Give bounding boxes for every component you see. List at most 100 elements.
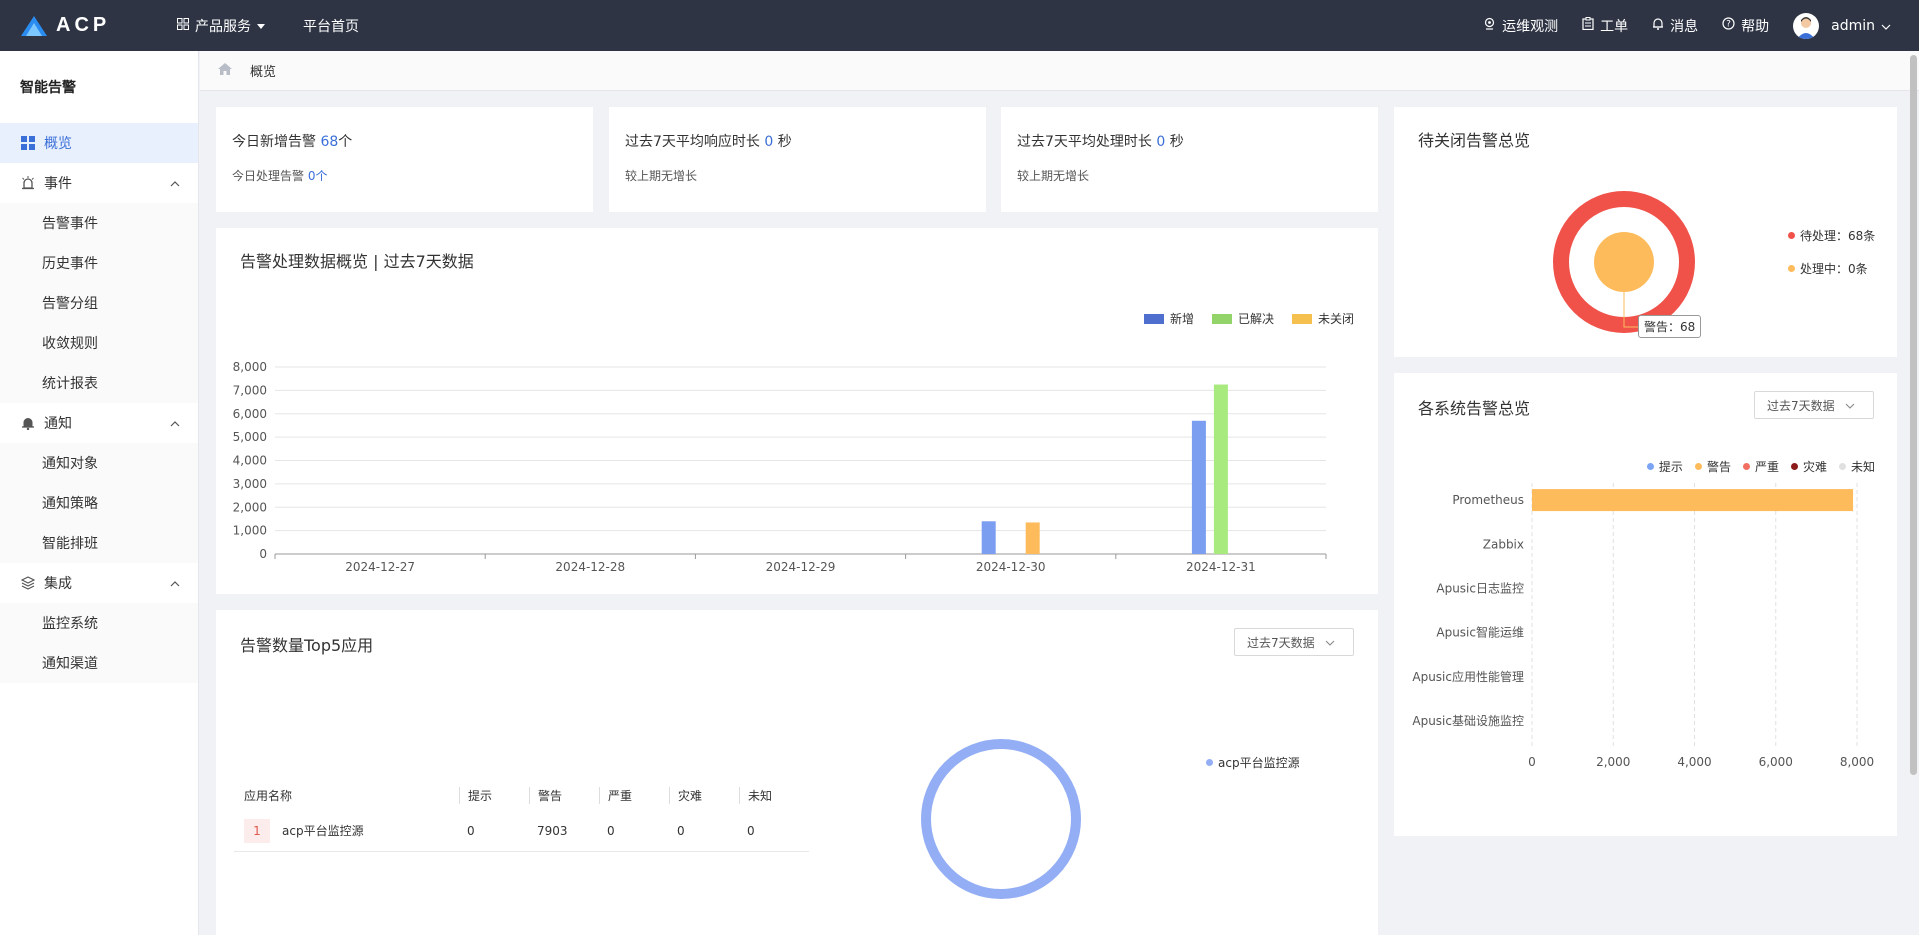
stat-sub: 较上期无增长	[625, 169, 698, 183]
x-tick-label: 6,000	[1759, 755, 1793, 769]
chevron-up-icon	[170, 415, 180, 431]
sidebar-item-convergence-rules[interactable]: 收敛规则	[0, 323, 198, 363]
table-cell: 0	[747, 823, 755, 838]
alarm-light-icon	[20, 175, 36, 191]
bell-icon	[1652, 17, 1664, 34]
y-tick-label: Apusic智能运维	[1436, 625, 1524, 640]
column-header: 未知	[739, 786, 809, 804]
caret-down-icon	[257, 18, 265, 34]
stat-sub: 较上期无增长	[1017, 169, 1090, 183]
logo-text: ACP	[56, 14, 111, 36]
sidebar-item-notify-targets[interactable]: 通知对象	[0, 443, 198, 483]
y-tick-label: 8,000	[233, 360, 267, 374]
table-cell: 7903	[537, 823, 568, 838]
help-label: 帮助	[1741, 18, 1770, 35]
location-icon	[1483, 17, 1496, 34]
legend-item[interactable]: 待处理：68条	[1788, 227, 1875, 244]
bell-icon	[20, 415, 36, 431]
y-tick-label: 4,000	[233, 454, 267, 468]
top5-card: 告警数量Top5应用 过去7天数据 acp平台监控源	[216, 610, 1378, 935]
y-tick-label: 5,000	[233, 430, 267, 444]
table-cell: 0	[607, 823, 615, 838]
ops-observe-link[interactable]: 运维观测	[1483, 16, 1558, 36]
stat-card-avg-response: 过去7天平均响应时长 0 秒 较上期无增长	[609, 107, 986, 212]
legend-dot-processing	[1788, 265, 1795, 272]
y-tick-label: Apusic日志监控	[1436, 581, 1524, 595]
grid-icon	[177, 17, 189, 34]
sidebar-group-label: 事件	[44, 176, 72, 192]
donut-center-warning	[1594, 232, 1654, 292]
legend-dot-acp	[1206, 759, 1213, 766]
top-navigation-bar: ACP 产品服务 平台首页 运维观测 工单 消息 ? 帮助 admin	[0, 0, 1919, 51]
ticket-label: 工单	[1600, 18, 1629, 35]
sidebar-item-alert-events[interactable]: 告警事件	[0, 203, 198, 243]
user-menu[interactable]: admin	[1793, 12, 1891, 39]
chevron-down-icon	[1881, 18, 1891, 34]
chevron-up-icon	[170, 575, 180, 591]
y-tick-label: 3,000	[233, 477, 267, 491]
x-tick-label: 2024-12-30	[976, 560, 1046, 574]
breadcrumb-current: 概览	[250, 65, 277, 80]
x-tick-label: 2024-12-31	[1186, 560, 1256, 574]
app-name: acp平台监控源	[282, 824, 364, 838]
donut-slice-acp	[921, 739, 1081, 899]
sidebar-item-overview[interactable]: 概览	[0, 123, 198, 163]
sidebar-item-monitor-systems[interactable]: 监控系统	[0, 603, 198, 643]
bar-Prometheus	[1532, 489, 1854, 512]
bar-新增	[1191, 420, 1206, 554]
platform-home-link[interactable]: 平台首页	[303, 16, 359, 36]
x-tick-label: 2,000	[1596, 755, 1630, 769]
sidebar-item-label: 概览	[44, 136, 72, 152]
product-services-label: 产品服务	[195, 18, 251, 35]
table-header: 应用名称 提示 警告 严重 灾难 未知	[234, 780, 809, 810]
column-header: 应用名称	[244, 788, 293, 803]
sidebar-group-events[interactable]: 事件	[0, 163, 198, 203]
bar-新增	[981, 521, 996, 554]
table-cell: 0	[677, 823, 685, 838]
x-tick-label: 2024-12-27	[345, 560, 415, 574]
ops-observe-label: 运维观测	[1502, 18, 1559, 35]
sidebar-group-label: 通知	[44, 416, 72, 432]
x-tick-label: 2024-12-29	[766, 560, 836, 574]
y-tick-label: Prometheus	[1452, 493, 1524, 507]
logo-icon	[21, 15, 47, 36]
sidebar-item-notify-channels[interactable]: 通知渠道	[0, 643, 198, 683]
sidebar-group-notify[interactable]: 通知	[0, 403, 198, 443]
sidebar-group-label: 集成	[44, 576, 72, 592]
page-scrollbar[interactable]	[1910, 55, 1917, 775]
x-tick-label: 4,000	[1677, 755, 1711, 769]
top5-legend-item[interactable]: acp平台监控源	[1206, 754, 1300, 771]
legend-item[interactable]: 处理中：0条	[1788, 260, 1875, 277]
bar-已解决	[1213, 384, 1228, 554]
table-row[interactable]: 1 acp平台监控源 0 7903 0 0 0	[234, 810, 809, 852]
sidebar-item-alert-groups[interactable]: 告警分组	[0, 283, 198, 323]
breadcrumb: 概览	[200, 51, 1919, 91]
sidebar-item-stat-reports[interactable]: 统计报表	[0, 363, 198, 403]
sidebar-item-history-events[interactable]: 历史事件	[0, 243, 198, 283]
system-card: 各系统告警总览 过去7天数据 提示 警告 严重 灾难 未知 0 2,000 4,00…	[1394, 373, 1897, 836]
help-link[interactable]: ? 帮助	[1722, 16, 1769, 36]
table-cell: 0	[467, 823, 475, 838]
stat-card-new-alerts: 今日新增告警 68个 今日处理告警 0个	[216, 107, 593, 212]
table-cell-name: 1 acp平台监控源	[234, 818, 459, 843]
product-services-menu[interactable]: 产品服务	[177, 16, 265, 36]
sidebar-item-notify-policies[interactable]: 通知策略	[0, 483, 198, 523]
platform-home-label: 平台首页	[303, 18, 359, 35]
messages-link[interactable]: 消息	[1652, 16, 1698, 36]
pending-card: 待关闭告警总览 待处理：68条 处理中：0条 警告：68	[1394, 107, 1897, 357]
sidebar-item-smart-schedule[interactable]: 智能排班	[0, 523, 198, 563]
chevron-up-icon	[170, 175, 180, 191]
bar-未关闭	[1025, 522, 1040, 554]
sidebar-group-integration[interactable]: 集成	[0, 563, 198, 603]
logo[interactable]: ACP	[20, 14, 155, 37]
stat-sub: 今日处理告警 0个	[232, 169, 328, 183]
ticket-link[interactable]: 工单	[1582, 16, 1628, 36]
avatar	[1793, 12, 1820, 39]
legend-dot-pending	[1788, 232, 1795, 239]
layers-icon	[20, 575, 36, 591]
home-icon[interactable]	[218, 62, 232, 79]
y-tick-label: Zabbix	[1483, 537, 1524, 551]
y-tick-label: Apusic基础设施监控	[1412, 714, 1524, 728]
stat-card-avg-handle: 过去7天平均处理时长 0 秒 较上期无增长	[1001, 107, 1378, 212]
rank-badge: 1	[244, 818, 270, 843]
